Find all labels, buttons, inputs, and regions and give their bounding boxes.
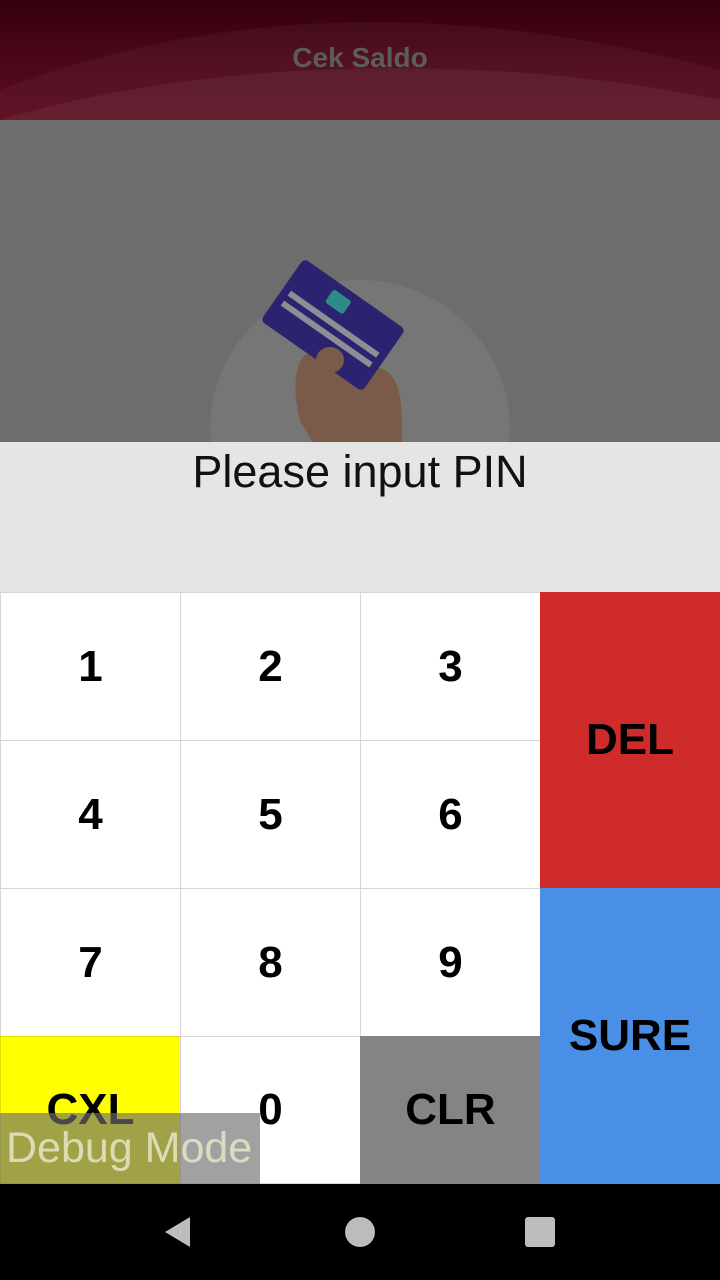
system-nav-bar [0, 1184, 720, 1280]
key-4[interactable]: 4 [0, 740, 181, 889]
key-7[interactable]: 7 [0, 888, 181, 1037]
square-recents-icon [525, 1217, 555, 1247]
clear-button[interactable]: CLR [360, 1036, 541, 1184]
pin-prompt: Please input PIN [192, 446, 528, 497]
key-5[interactable]: 5 [180, 740, 361, 889]
home-button[interactable] [330, 1202, 390, 1262]
key-9[interactable]: 9 [360, 888, 541, 1037]
back-button[interactable] [148, 1202, 208, 1262]
page-title: Cek Saldo [292, 42, 428, 73]
circle-home-icon [345, 1217, 375, 1247]
key-3[interactable]: 3 [360, 592, 541, 741]
confirm-button[interactable]: SURE [540, 888, 720, 1184]
card-illustration [0, 120, 720, 442]
key-8[interactable]: 8 [180, 888, 361, 1037]
debug-mode-label: Debug Mode [0, 1113, 260, 1184]
triangle-back-icon [165, 1217, 190, 1247]
recents-button[interactable] [510, 1202, 570, 1262]
screen: Cek Saldo Please input PIN 1 2 3 4 5 6 7… [0, 0, 720, 1280]
key-1[interactable]: 1 [0, 592, 181, 741]
pin-keypad: 1 2 3 4 5 6 7 8 9 CXL 0 CLR DEL SURE [0, 592, 720, 1184]
delete-button[interactable]: DEL [540, 592, 720, 888]
key-2[interactable]: 2 [180, 592, 361, 741]
key-6[interactable]: 6 [360, 740, 541, 889]
app-bar: Cek Saldo [0, 0, 720, 120]
prompt-area: Please input PIN [0, 442, 720, 592]
card-in-hand-icon [210, 260, 510, 442]
